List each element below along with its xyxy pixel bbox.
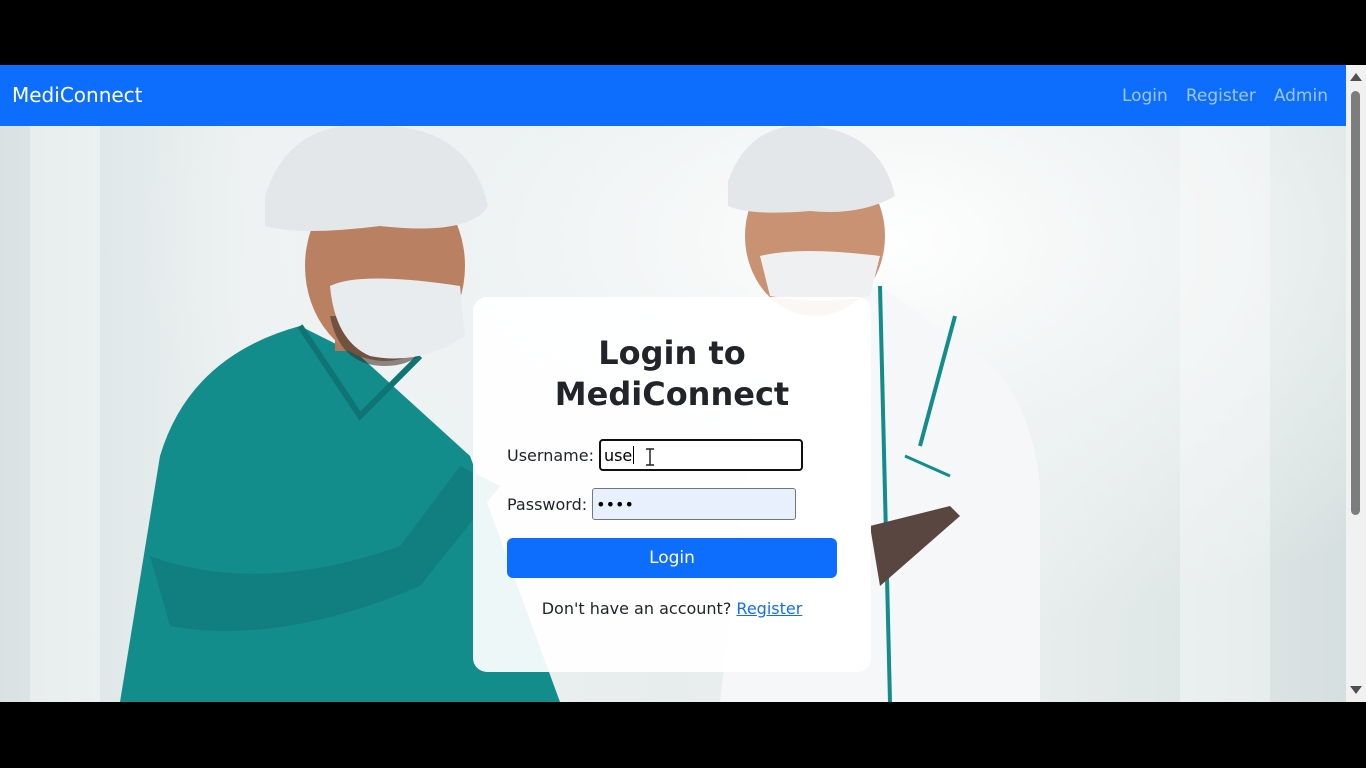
scroll-down-arrow-icon[interactable] [1350, 686, 1362, 694]
navbar: MediConnect Login Register Admin [0, 65, 1346, 126]
brand-logo[interactable]: MediConnect [12, 83, 143, 107]
password-label: Password: [507, 494, 588, 514]
login-button[interactable]: Login [507, 538, 837, 578]
username-label: Username: [507, 445, 594, 465]
username-input[interactable]: use [598, 439, 803, 471]
text-caret [633, 446, 635, 464]
hero-background-image: Login to MediConnect Username: use Passw… [0, 126, 1346, 702]
password-row: Password: •••• [507, 488, 797, 520]
login-title: Login to MediConnect [554, 334, 790, 413]
register-link[interactable]: Register [736, 599, 802, 618]
text-cursor-icon [646, 448, 654, 466]
nav-links: Login Register Admin [1122, 85, 1328, 107]
nav-link-login[interactable]: Login [1122, 85, 1168, 107]
nav-link-register[interactable]: Register [1186, 85, 1256, 107]
register-prompt: Don't have an account? Register [541, 599, 803, 618]
vertical-scrollbar[interactable] [1346, 65, 1366, 702]
scroll-up-arrow-icon[interactable] [1350, 73, 1362, 81]
browser-viewport: MediConnect Login Register Admin Login t… [0, 65, 1366, 702]
nav-link-admin[interactable]: Admin [1274, 85, 1328, 107]
scrollbar-thumb[interactable] [1351, 91, 1360, 515]
right-doctor-mask [760, 251, 880, 301]
right-doctor-hairnet [728, 126, 895, 213]
password-input[interactable]: •••• [592, 488, 797, 520]
login-card: Login to MediConnect Username: use Passw… [473, 297, 871, 672]
left-doctor-hairnet [265, 126, 488, 231]
